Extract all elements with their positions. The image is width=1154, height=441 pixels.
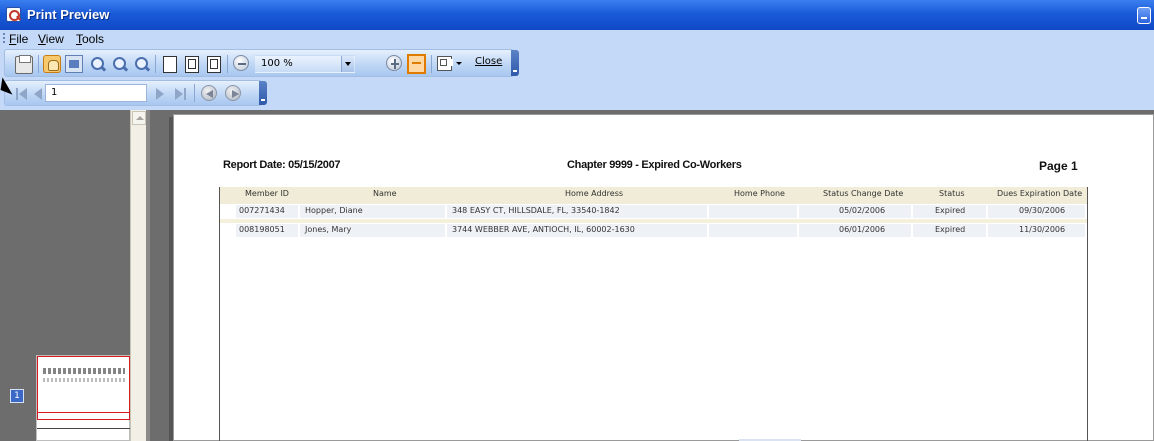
- cell-bg: [709, 224, 797, 237]
- member-name: Jones, Mary: [305, 225, 352, 234]
- two-pages-icon[interactable]: [182, 55, 200, 73]
- page-number-value: 1: [51, 87, 58, 98]
- cell-bg: [709, 205, 797, 218]
- column-header: Member ID: [245, 189, 289, 198]
- table-header: Member ID Name Home Address Home Phone S…: [220, 187, 1087, 204]
- print-preview-app-icon: [6, 7, 21, 22]
- toolbar-separator: [194, 84, 195, 102]
- print-icon[interactable]: [15, 55, 33, 74]
- home-address: 3744 WEBBER AVE, ANTIOCH, IL, 60002-1630: [452, 225, 635, 234]
- thumbnail-viewport-line: [37, 412, 130, 413]
- status: Expired: [935, 206, 966, 215]
- toolbar-separator: [431, 55, 432, 73]
- multiple-pages-icon[interactable]: [437, 56, 452, 71]
- dynamic-zoom-icon[interactable]: [89, 55, 107, 73]
- report-date: Report Date: 05/15/2007: [223, 159, 341, 171]
- column-header: Name: [373, 189, 397, 198]
- report-title: Chapter 9999 - Expired Co-Workers: [567, 159, 742, 171]
- toolbar-options-icon[interactable]: [511, 50, 519, 76]
- member-id: 008198051: [239, 225, 285, 234]
- zoom-in-icon[interactable]: [386, 55, 402, 71]
- history-back-icon[interactable]: [201, 85, 217, 101]
- single-page-icon[interactable]: [160, 55, 178, 73]
- page-number-input[interactable]: 1: [45, 84, 147, 102]
- column-header: Dues Expiration Date: [997, 189, 1083, 198]
- toolbar-separator: [227, 55, 228, 73]
- window-title: Print Preview: [27, 7, 110, 22]
- menu-bar: File View Tools: [0, 30, 1154, 48]
- thumbnail-divider: [37, 428, 130, 429]
- minimize-button[interactable]: [1137, 7, 1151, 24]
- toolbar-options-icon[interactable]: [259, 81, 267, 105]
- thumbnail-scrollbar[interactable]: [130, 110, 146, 441]
- status-change-date: 05/02/2006: [839, 206, 886, 215]
- status: Expired: [935, 225, 966, 234]
- last-page-icon[interactable]: [171, 85, 189, 103]
- zoom-select[interactable]: 100 %: [255, 55, 355, 73]
- close-button[interactable]: Close: [475, 56, 502, 67]
- zoom-value: 100 %: [261, 58, 293, 69]
- column-header: Status Change Date: [823, 189, 904, 198]
- hand-tool-icon[interactable]: [43, 55, 61, 73]
- report-page-number: Page 1: [1039, 159, 1078, 173]
- fit-width-icon[interactable]: [407, 54, 426, 74]
- title-bar: Print Preview: [0, 0, 1154, 30]
- menu-view[interactable]: View: [38, 32, 64, 46]
- zoom-in-tool-icon[interactable]: [133, 55, 151, 73]
- toolbar-separator: [155, 55, 156, 73]
- report-page: Report Date: 05/15/2007 Chapter 9999 - E…: [173, 114, 1154, 441]
- dues-expiration-date: 11/30/2006: [1019, 225, 1066, 234]
- preview-gutter: [150, 110, 160, 441]
- page-thumbnail[interactable]: [36, 355, 130, 441]
- thumbnail-viewport-box[interactable]: [37, 356, 130, 420]
- zoom-out-icon[interactable]: [233, 55, 249, 71]
- menu-tools[interactable]: Tools: [76, 32, 104, 46]
- navigation-toolbar: 1: [4, 80, 267, 106]
- zoom-out-tool-icon[interactable]: [111, 55, 129, 73]
- toolbar-separator: [38, 55, 39, 73]
- table-row[interactable]: 007271434 Hopper, Diane 348 EASY CT, HIL…: [220, 204, 1087, 219]
- menu-file[interactable]: File: [9, 32, 28, 46]
- page-width-icon[interactable]: [204, 55, 222, 73]
- snapshot-icon[interactable]: [65, 55, 83, 73]
- next-page-icon[interactable]: [151, 85, 169, 103]
- home-address: 348 EASY CT, HILLSDALE, FL, 33540-1842: [452, 206, 620, 215]
- scroll-up-icon[interactable]: [132, 111, 146, 125]
- thumbnail-panel: 1: [4, 110, 146, 441]
- member-id: 007271434: [239, 206, 285, 215]
- preview-toolbar: 100 % Close: [4, 49, 519, 77]
- chevron-down-icon[interactable]: [341, 56, 354, 72]
- menu-grip-icon[interactable]: [3, 33, 5, 45]
- member-name: Hopper, Diane: [305, 206, 363, 215]
- column-header: Home Phone: [734, 189, 785, 198]
- status-change-date: 06/01/2006: [839, 225, 886, 234]
- history-forward-icon[interactable]: [225, 85, 241, 101]
- dues-expiration-date: 09/30/2006: [1019, 206, 1066, 215]
- column-header: Status: [939, 189, 965, 198]
- multiple-pages-dropdown-icon[interactable]: [456, 62, 462, 65]
- column-header: Home Address: [565, 189, 624, 198]
- thumbnail-page-badge[interactable]: 1: [10, 389, 24, 403]
- table-row[interactable]: 008198051 Jones, Mary 3744 WEBBER AVE, A…: [220, 223, 1087, 238]
